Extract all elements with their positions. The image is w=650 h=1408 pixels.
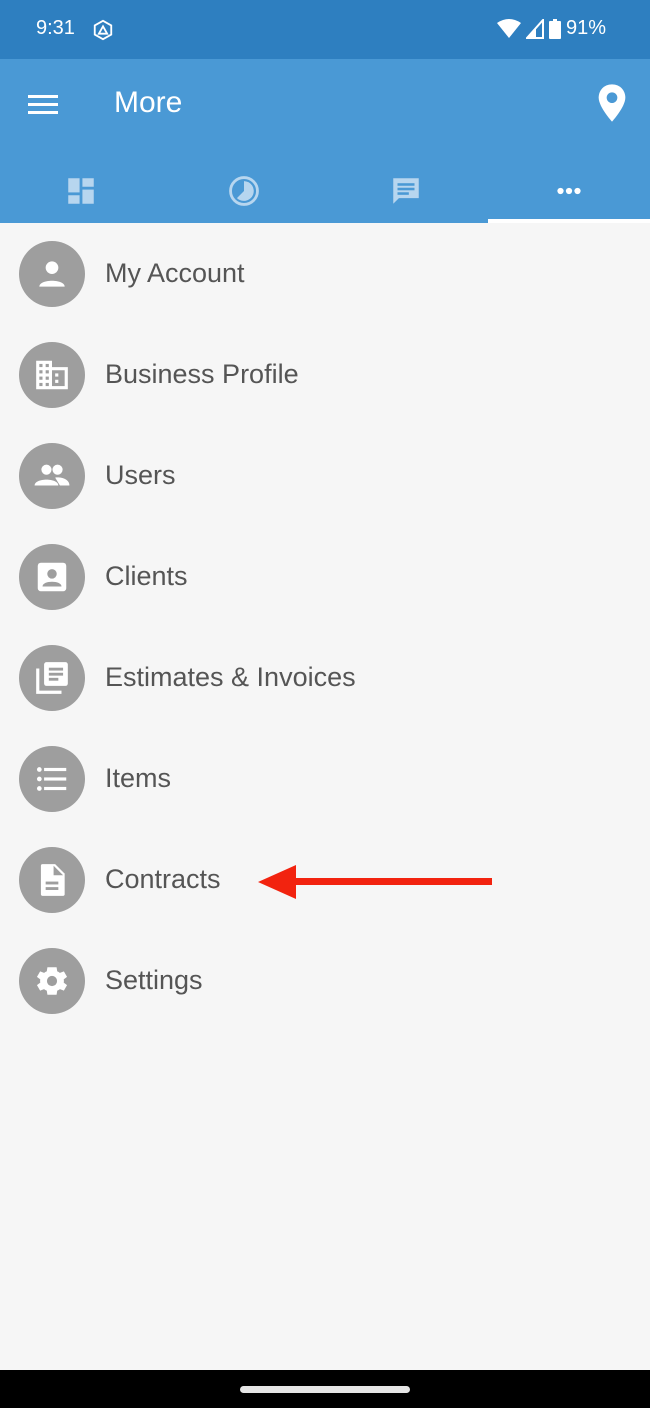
app-bar: More xyxy=(0,59,650,223)
clock-icon xyxy=(228,176,259,206)
menu-item-items[interactable]: Items xyxy=(0,728,650,829)
building-icon xyxy=(36,360,68,389)
menu-item-settings[interactable]: Settings xyxy=(0,930,650,1031)
menu-item-label: Users xyxy=(105,460,176,490)
menu-item-label: My Account xyxy=(105,258,245,288)
list-icon xyxy=(36,766,67,791)
location-pin-icon xyxy=(598,84,626,122)
home-gesture-handle[interactable] xyxy=(240,1386,410,1393)
location-button[interactable] xyxy=(596,83,628,123)
menu-item-estimates-invoices[interactable]: Estimates & Invoices xyxy=(0,627,650,728)
gear-icon xyxy=(36,966,68,995)
documents-stack-icon xyxy=(36,661,68,694)
tab-dashboard[interactable] xyxy=(0,159,163,223)
menu-item-label: Business Profile xyxy=(105,359,299,389)
person-icon xyxy=(39,260,65,287)
document-icon xyxy=(40,863,65,896)
tab-more[interactable] xyxy=(487,159,650,223)
annotation-arrow xyxy=(258,865,492,899)
menu-item-users[interactable]: Users xyxy=(0,425,650,526)
group-icon xyxy=(34,464,70,485)
menu-item-label: Clients xyxy=(105,561,188,591)
menu-item-clients[interactable]: Clients xyxy=(0,526,650,627)
menu-item-business-profile[interactable]: Business Profile xyxy=(0,324,650,425)
contact-card-icon xyxy=(37,562,67,591)
tab-messages[interactable] xyxy=(325,159,488,223)
menu-item-label: Items xyxy=(105,763,172,793)
avatar-circle xyxy=(19,846,85,913)
status-indicators: 91% xyxy=(496,17,606,40)
more-horizontal-icon xyxy=(557,187,581,195)
drive-triangle-icon xyxy=(93,19,113,41)
tab-bar xyxy=(0,159,650,223)
chat-icon xyxy=(393,178,419,204)
tab-timer[interactable] xyxy=(163,159,326,223)
menu-item-label: Contracts xyxy=(105,864,221,894)
menu-item-label: Settings xyxy=(105,965,203,995)
system-nav-bar xyxy=(0,1370,650,1408)
more-menu-list: My Account Business Profile Users Client… xyxy=(0,223,650,1031)
status-time: 9:31 xyxy=(36,17,75,39)
hamburger-menu-icon xyxy=(28,95,58,114)
wifi-icon xyxy=(496,18,521,38)
avatar-circle xyxy=(19,543,85,610)
battery-icon xyxy=(548,18,561,39)
avatar-circle xyxy=(19,341,85,408)
dashboard-icon xyxy=(68,178,94,204)
page-title: More xyxy=(114,86,183,119)
avatar-circle xyxy=(19,745,85,812)
battery-percent: 91% xyxy=(565,17,606,39)
avatar-circle xyxy=(19,947,85,1014)
menu-item-label: Estimates & Invoices xyxy=(105,662,356,692)
avatar-circle xyxy=(19,442,85,509)
menu-button[interactable] xyxy=(26,89,60,119)
status-bar: 9:31 91% xyxy=(0,0,650,59)
menu-item-my-account[interactable]: My Account xyxy=(0,223,650,324)
avatar-circle xyxy=(19,644,85,711)
avatar-circle xyxy=(19,240,85,307)
cell-signal-icon xyxy=(525,18,544,39)
